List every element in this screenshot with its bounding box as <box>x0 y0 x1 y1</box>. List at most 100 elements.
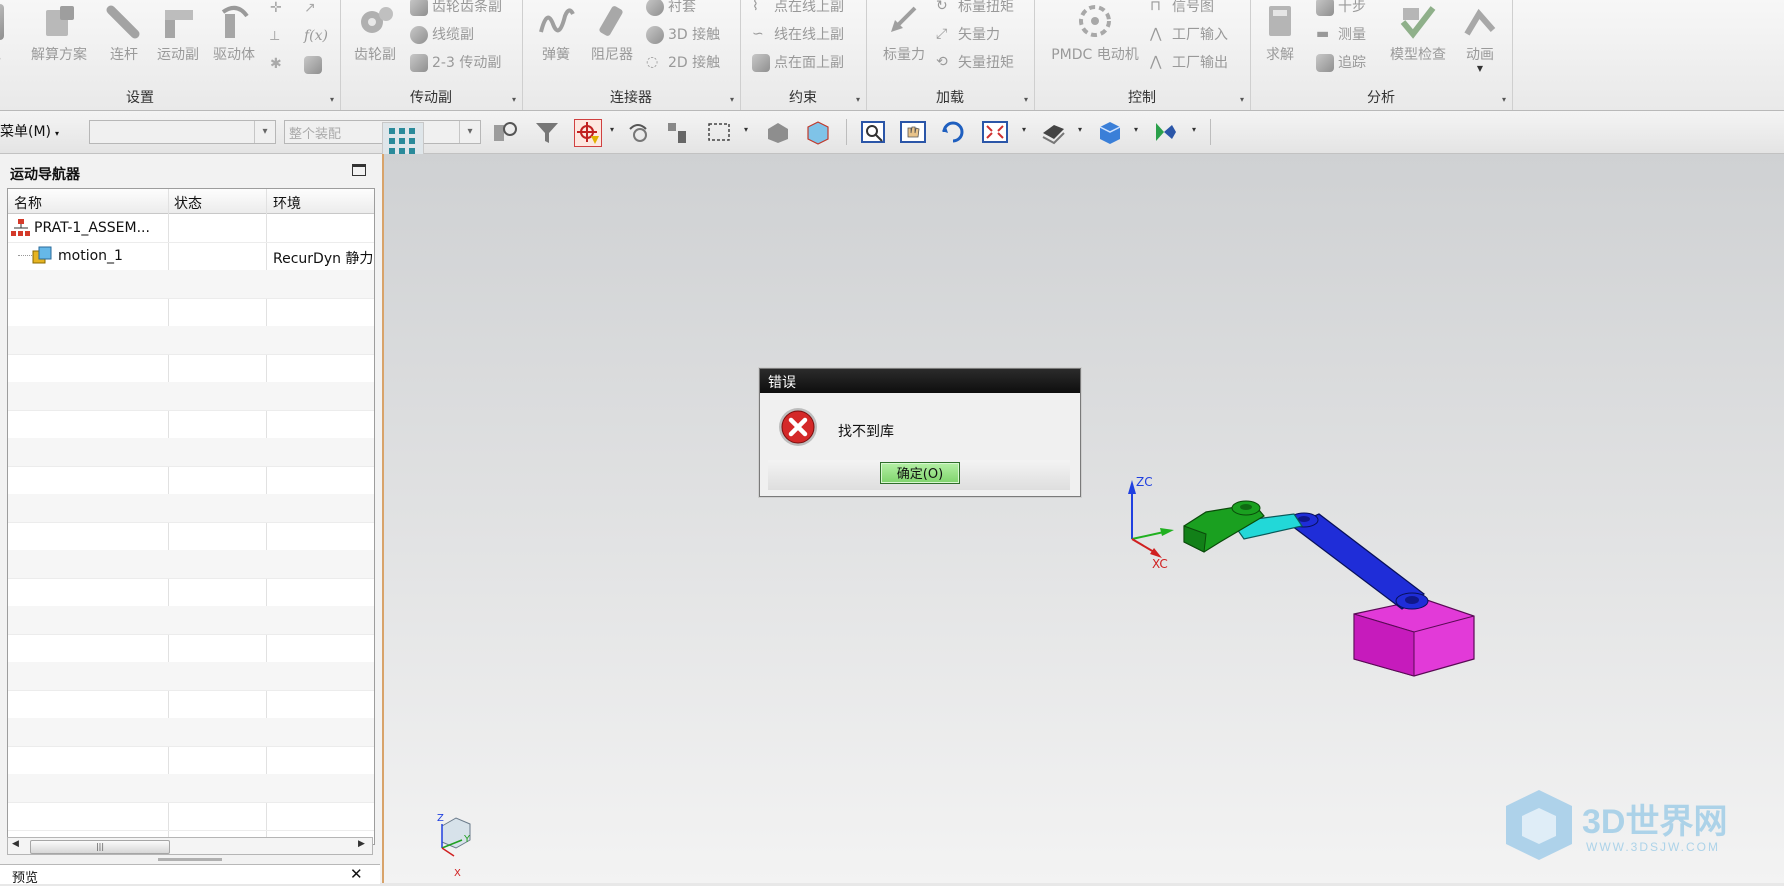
analysis-launcher-icon[interactable]: ▾ <box>1502 95 1506 104</box>
filter-icon[interactable] <box>534 119 560 145</box>
model-check-button[interactable]: 模型检查 <box>1378 0 1458 70</box>
preview-section[interactable]: 预览 ✕ <box>0 864 380 886</box>
zoom-window-icon[interactable] <box>860 119 886 145</box>
model-check-icon <box>1399 4 1437 40</box>
wire-box-icon[interactable] <box>804 119 830 145</box>
measure-button[interactable]: ▬ 测量 <box>1316 24 1366 48</box>
vector-torque-button[interactable]: ⟲ 矢量扭矩 <box>936 52 1014 76</box>
snap-point-icon[interactable] <box>574 119 602 147</box>
scrollbar-thumb[interactable]: ||| <box>30 840 170 854</box>
drag-part-icon[interactable] <box>664 119 690 145</box>
rotate-icon[interactable] <box>940 119 966 145</box>
marker-icon: ✛ <box>270 0 282 16</box>
curve-on-curve-button[interactable]: ∽ 线在线上副 <box>752 24 844 48</box>
damper-button[interactable]: 阻尼器 <box>582 0 642 70</box>
ribbon: 境 解算方案 连杆 运动副 驱动体 ✛ ⟂ ✱ <box>0 0 1784 111</box>
curve-on-curve-icon: ∽ <box>752 26 764 42</box>
selection-scope-icon[interactable] <box>492 119 518 145</box>
plant-output-icon: ⋀ <box>1150 54 1162 70</box>
column-header-name[interactable]: 名称 <box>14 193 42 213</box>
pencil-button[interactable] <box>304 56 326 80</box>
point-button[interactable]: ⟂ <box>270 28 292 52</box>
pt-on-surface-button[interactable]: 点在面上副 <box>752 52 844 76</box>
fit-dropdown-icon[interactable]: ▾ <box>1022 125 1026 134</box>
solve-button[interactable]: 求解 <box>1250 0 1310 70</box>
table-row <box>8 382 374 411</box>
panel-splitter[interactable] <box>158 858 222 861</box>
scalar-torque-icon: ↻ <box>936 0 948 14</box>
link-button[interactable]: 连杆 <box>94 0 154 70</box>
view-orientation-icon[interactable] <box>1096 119 1122 145</box>
pt-on-surface-icon <box>752 54 770 72</box>
trace-button[interactable]: 追踪 <box>1316 52 1366 76</box>
menu-button[interactable]: 菜单(M) ▾ <box>0 121 59 141</box>
spring-button[interactable]: 弹簧 <box>526 0 586 70</box>
display-mode-dropdown-icon[interactable]: ▾ <box>1192 125 1196 134</box>
scalar-force-button[interactable]: 标量力 <box>874 0 934 70</box>
table-row <box>8 774 374 803</box>
ok-button[interactable]: 确定(O) <box>880 462 960 484</box>
axis-label-xc: XC <box>1152 557 1168 571</box>
bushing-button[interactable]: 衬套 <box>646 0 696 20</box>
plant-output-button[interactable]: ⋀ 工厂输出 <box>1150 52 1228 76</box>
pt-on-curve-button[interactable]: ⌇ 点在线上副 <box>752 0 844 20</box>
trace-icon <box>1316 54 1334 72</box>
rack-pinion-button[interactable]: 齿轮齿条副 <box>410 0 502 20</box>
fit-icon[interactable] <box>982 119 1008 145</box>
shaded-box-icon[interactable] <box>764 119 790 145</box>
environment-button[interactable]: 境 <box>0 0 14 70</box>
gear-icon <box>356 4 394 40</box>
animation-button[interactable]: 动画 ▼ <box>1450 0 1510 73</box>
scroll-right-icon[interactable]: ▶ <box>358 839 365 849</box>
scroll-left-icon[interactable]: ◀ <box>12 839 19 849</box>
two-three-coupler-button[interactable]: 2-3 传动副 <box>410 52 501 76</box>
view-orientation-dropdown-icon[interactable]: ▾ <box>1134 125 1138 134</box>
solution-button[interactable]: 解算方案 <box>26 0 92 70</box>
driver-button[interactable]: 驱动体 <box>204 0 264 70</box>
cable-button[interactable]: 线缆副 <box>410 24 474 48</box>
undo-select-icon[interactable] <box>624 119 650 145</box>
display-mode-icon[interactable] <box>1152 119 1178 145</box>
snap-dropdown-icon[interactable]: ▾ <box>610 125 614 134</box>
signal-chart-button[interactable]: ⊓ 信号图 <box>1150 0 1214 20</box>
animation-dropdown-icon[interactable]: ▼ <box>1450 64 1510 73</box>
step-button[interactable]: 十步 <box>1316 0 1366 20</box>
contact-3d-button[interactable]: 3D 接触 <box>646 24 720 48</box>
plant-input-button[interactable]: ⋀ 工厂输入 <box>1150 24 1228 48</box>
close-icon[interactable]: ✕ <box>350 865 363 883</box>
group-label-control: 控制 <box>1128 90 1156 106</box>
horizontal-scrollbar[interactable]: ◀ ||| ▶ <box>7 837 373 855</box>
table-row[interactable]: PRAT-1_ASSEM... <box>8 214 374 243</box>
contact-2d-button[interactable]: ◌ 2D 接触 <box>646 52 720 76</box>
vector-force-button[interactable]: ⤢ 矢量力 <box>936 24 1000 48</box>
column-header-env[interactable]: 环境 <box>273 193 301 213</box>
watermark: 3D世界网 WWW.3DSJW.COM <box>1500 786 1780 866</box>
loads-launcher-icon[interactable]: ▾ <box>1024 95 1028 104</box>
control-launcher-icon[interactable]: ▾ <box>1240 95 1244 104</box>
spring-marker-button[interactable]: ✱ <box>270 56 292 80</box>
rectangle-select-icon[interactable] <box>706 119 732 145</box>
selection-filter-combo[interactable]: ▾ <box>89 120 276 144</box>
pmdc-motor-button[interactable]: PMDC 电动机 <box>1040 0 1150 70</box>
render-style-icon[interactable] <box>1040 119 1066 145</box>
environment-icon <box>0 4 4 40</box>
rectangle-select-dropdown-icon[interactable]: ▾ <box>744 125 748 134</box>
couplers-launcher-icon[interactable]: ▾ <box>512 95 516 104</box>
constraints-launcher-icon[interactable]: ▾ <box>856 95 860 104</box>
pan-icon[interactable] <box>900 119 926 145</box>
spring-icon <box>537 4 575 40</box>
joint-button[interactable]: 运动副 <box>148 0 208 70</box>
function-button[interactable]: f(x) <box>304 28 328 52</box>
marker-button[interactable]: ✛ <box>270 0 292 24</box>
setup-launcher-icon[interactable]: ▾ <box>330 95 334 104</box>
column-header-status[interactable]: 状态 <box>174 193 202 213</box>
connectors-launcher-icon[interactable]: ▾ <box>730 95 734 104</box>
dialog-titlebar[interactable]: 错误 <box>760 369 1080 393</box>
table-row[interactable]: motion_1 RecurDyn 静力 <box>8 242 374 271</box>
maximize-icon[interactable] <box>352 164 366 176</box>
scalar-torque-button[interactable]: ↻ 标量扭矩 <box>936 0 1014 20</box>
graphics-viewport[interactable]: ZC XC Z Y X 3D世界网 WWW.3DSJW.COM <box>384 154 1784 883</box>
render-style-dropdown-icon[interactable]: ▾ <box>1078 125 1082 134</box>
gear-pair-button[interactable]: 齿轮副 <box>340 0 410 70</box>
curve-button[interactable]: ↗ <box>304 0 326 24</box>
